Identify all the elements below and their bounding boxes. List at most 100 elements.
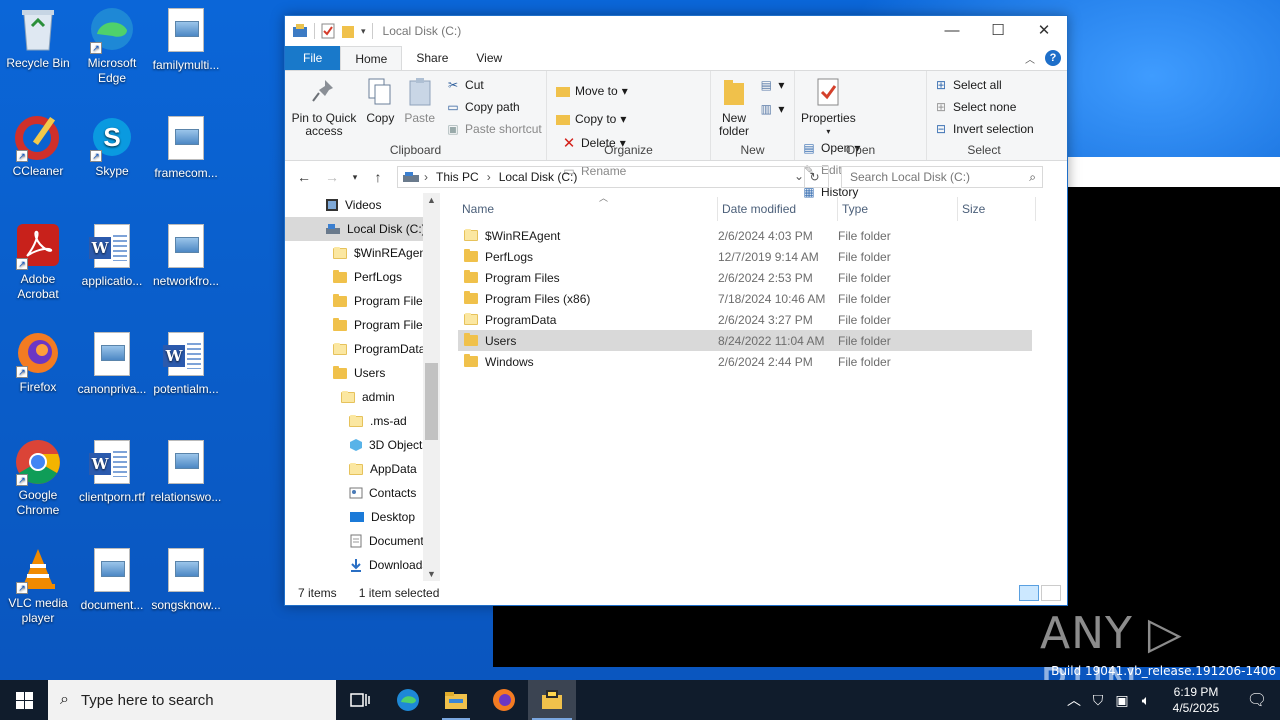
file-row[interactable]: Windows 2/6/2024 2:44 PM File folder [458, 351, 1032, 372]
desktop-icon[interactable]: ↗ Adobe Acrobat [0, 222, 76, 302]
nav-item[interactable]: PerfLogs [285, 265, 440, 289]
desktop-icon[interactable]: ↗ CCleaner [0, 114, 76, 179]
desktop-icon[interactable]: Wpotentialm... [148, 330, 224, 397]
desktop-icon[interactable]: networkfro... [148, 222, 224, 289]
desktop-icon[interactable]: Wclientporn.rtf [74, 438, 150, 505]
taskbar-file-explorer[interactable] [432, 680, 480, 720]
scroll-up-icon[interactable]: ▲ [423, 195, 440, 205]
back-button[interactable]: ← [291, 165, 317, 189]
taskbar-search[interactable]: ⌕ Type here to search [48, 680, 336, 720]
new-item-button[interactable]: ▤ ▾ [758, 77, 785, 93]
task-view-button[interactable] [336, 680, 384, 720]
file-row[interactable]: $WinREAgent 2/6/2024 4:03 PM File folder [458, 225, 1032, 246]
file-row[interactable]: Program Files 2/6/2024 2:53 PM File folder [458, 267, 1032, 288]
desktop-icon[interactable]: relationswo... [148, 438, 224, 505]
nav-item[interactable]: 3D Objects [285, 433, 440, 457]
column-name[interactable]: Name [458, 197, 718, 221]
collapse-ribbon-icon[interactable]: ︿ [1025, 51, 1035, 66]
large-icons-view-icon[interactable] [1041, 585, 1061, 601]
file-row[interactable]: ProgramData 2/6/2024 3:27 PM File folder [458, 309, 1032, 330]
refresh-icon[interactable]: ↻ [804, 167, 824, 187]
copy-button[interactable]: Copy [364, 75, 396, 125]
select-none-button[interactable]: ⊞ Select none [933, 99, 1034, 115]
taskbar-active-explorer[interactable] [528, 680, 576, 720]
desktop-icon[interactable]: document... [74, 546, 150, 613]
nav-item[interactable]: Downloads [285, 553, 440, 577]
show-hidden-icons[interactable]: ︿ [1062, 690, 1086, 710]
properties-button[interactable]: Properties ▾ [801, 75, 856, 138]
minimize-button[interactable]: — [929, 16, 975, 46]
copy-path-button[interactable]: ▭ Copy path [445, 99, 542, 115]
forward-button[interactable]: → [319, 165, 345, 189]
pin-quick-access-button[interactable]: Pin to Quick access [291, 75, 357, 138]
tab-file[interactable]: File [285, 46, 341, 70]
up-button[interactable]: ↑ [365, 165, 391, 189]
copy-to-button[interactable]: Copy to ▾ [555, 111, 628, 127]
desktop-icon[interactable]: Recycle Bin [0, 6, 76, 71]
nav-item[interactable]: ProgramData [285, 337, 440, 361]
paste-button[interactable]: Paste [404, 75, 436, 125]
file-row[interactable]: PerfLogs 12/7/2019 9:14 AM File folder [458, 246, 1032, 267]
nav-item[interactable]: $WinREAgent [285, 241, 440, 265]
column-size[interactable]: Size [958, 197, 1036, 221]
start-button[interactable] [0, 680, 48, 720]
new-folder-button[interactable]: New folder [717, 75, 751, 138]
properties-qa-icon[interactable] [321, 23, 335, 39]
nav-item[interactable]: Desktop [285, 505, 440, 529]
paste-shortcut-button[interactable]: ▣ Paste shortcut [445, 121, 541, 137]
breadcrumb-local-disk[interactable]: Local Disk (C:) [499, 170, 578, 184]
scroll-down-icon[interactable]: ▼ [423, 569, 440, 579]
easy-access-button[interactable]: ▥ ▾ [758, 101, 785, 117]
taskbar-edge[interactable] [384, 680, 432, 720]
desktop-icon[interactable]: familymulti... [148, 6, 224, 73]
scroll-thumb[interactable] [425, 363, 438, 440]
tab-share[interactable]: Share [402, 46, 462, 70]
desktop-icon[interactable]: ↗ Microsoft Edge [74, 6, 150, 86]
nav-item[interactable]: Documents [285, 529, 440, 553]
desktop-icon[interactable]: ↗ Firefox [0, 330, 76, 395]
cut-button[interactable]: ✂ Cut [445, 77, 542, 93]
defender-icon[interactable]: ⛉ [1086, 692, 1110, 709]
search-box[interactable]: Search Local Disk (C:) ⌕ [841, 166, 1043, 188]
desktop-icon[interactable]: ↗ VLC media player [0, 546, 76, 626]
column-date[interactable]: Date modified [718, 197, 838, 221]
volume-icon[interactable]: 🔈︎ [1134, 692, 1158, 709]
file-row[interactable]: Program Files (x86) 7/18/2024 10:46 AM Fil… [458, 288, 1032, 309]
address-bar[interactable]: › This PC › Local Disk (C:) ⌄ ↻ [397, 166, 829, 188]
network-icon[interactable]: ▣ [1110, 692, 1134, 709]
nav-item[interactable]: Users [285, 361, 440, 385]
breadcrumb-this-pc[interactable]: This PC [436, 170, 479, 184]
column-type[interactable]: Type [838, 197, 958, 221]
clock[interactable]: 6:19 PM 4/5/2025 [1158, 684, 1234, 716]
nav-item[interactable]: Program Files [285, 313, 440, 337]
nav-scrollbar[interactable]: ▲ ▼ [423, 193, 440, 581]
nav-item[interactable]: Videos [285, 193, 440, 217]
help-icon[interactable]: ? [1045, 50, 1061, 66]
desktop-icon[interactable]: canonpriva... [74, 330, 150, 397]
desktop-icon[interactable]: songsknow... [148, 546, 224, 613]
recent-locations-button[interactable]: ▾ [347, 165, 363, 189]
tab-view[interactable]: View [462, 46, 516, 70]
close-button[interactable]: ✕ [1021, 16, 1067, 46]
new-folder-qa-icon[interactable] [341, 23, 355, 39]
title-bar[interactable]: ▾ Local Disk (C:) — ☐ ✕ [285, 16, 1067, 46]
nav-item[interactable]: Local Disk (C:) [285, 217, 440, 241]
desktop-icon[interactable]: Wapplicatio... [74, 222, 150, 289]
nav-item[interactable]: Program Files [285, 289, 440, 313]
desktop-icon[interactable]: ↗ Google Chrome [0, 438, 76, 518]
taskbar-firefox[interactable] [480, 680, 528, 720]
nav-item[interactable]: Contacts [285, 481, 440, 505]
details-view-icon[interactable] [1019, 585, 1039, 601]
move-to-button[interactable]: Move to ▾ [555, 83, 628, 99]
desktop-icon[interactable]: framecom... [148, 114, 224, 181]
invert-selection-button[interactable]: ⊟ Invert selection [933, 121, 1034, 137]
qa-dropdown-icon[interactable]: ▾ [361, 26, 366, 37]
file-row[interactable]: Users 8/24/2022 11:04 AM File folder [458, 330, 1032, 351]
nav-item[interactable]: admin [285, 385, 440, 409]
desktop-icon[interactable]: S ↗ Skype [74, 114, 150, 179]
maximize-button[interactable]: ☐ [975, 16, 1021, 46]
tab-home[interactable]: Home [340, 46, 403, 70]
nav-item[interactable]: AppData [285, 457, 440, 481]
nav-item[interactable]: .ms-ad [285, 409, 440, 433]
select-all-button[interactable]: ⊞ Select all [933, 77, 1034, 93]
